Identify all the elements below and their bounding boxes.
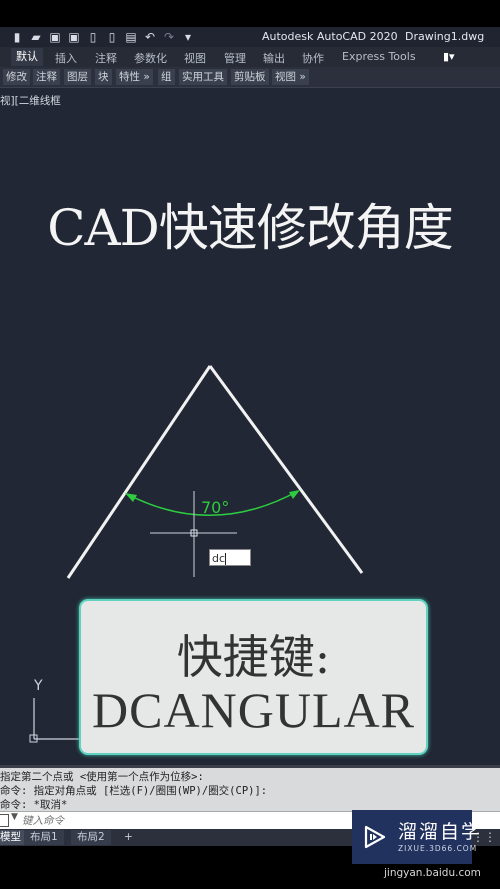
web-mobile-save-icon[interactable]: ▯	[105, 30, 119, 44]
angle-line-right[interactable]	[208, 365, 364, 574]
dynamic-input[interactable]: dc	[209, 549, 251, 566]
tab-layout2[interactable]: 布局2	[71, 830, 111, 845]
redo-icon[interactable]: ↷	[162, 30, 176, 44]
tab-view[interactable]: 视图	[184, 50, 206, 66]
app-title: Autodesk AutoCAD 2020	[262, 30, 398, 43]
panel-properties[interactable]: 特性 »	[116, 69, 153, 85]
tab-layout1[interactable]: 布局1	[24, 830, 64, 845]
chevron-down-icon[interactable]: ▼	[11, 812, 18, 822]
drawing-canvas[interactable]: 视][二维线框 CAD快速修改角度 70° dc Y 快捷键: DCANGULA…	[0, 88, 500, 765]
panel-clipboard[interactable]: 剪贴板	[231, 69, 269, 85]
watermark-url: ZIXUE.3D66.COM	[398, 844, 478, 853]
ribbon-panels: 修改 注释 图层 块 特性 » 组 实用工具 剪贴板 视图 »	[0, 67, 500, 88]
command-history: 指定第二个点或 <使用第一个点作为位移>: 命令: 指定对角点或 [栏选(F)/…	[0, 765, 500, 813]
command-customize-icon[interactable]	[0, 814, 9, 827]
command-history-line: 指定第二个点或 <使用第一个点作为位移>:	[0, 771, 204, 783]
add-layout-button[interactable]: +	[118, 830, 139, 845]
angle-line-left[interactable]	[66, 365, 212, 579]
source-credit: jingyan.baidu.com	[384, 867, 481, 879]
dynamic-input-value: dc	[212, 552, 226, 565]
top-letterbox	[0, 0, 500, 27]
tab-annotate[interactable]: 注释	[95, 50, 117, 66]
shortcut-title: 快捷键:	[176, 630, 331, 684]
play-logo-icon	[364, 825, 386, 849]
tab-express-tools[interactable]: Express Tools	[342, 50, 416, 63]
panel-groups[interactable]: 组	[158, 69, 175, 85]
plot-icon[interactable]: ▤	[124, 30, 138, 44]
shortcut-card: 快捷键: DCANGULAR	[79, 599, 428, 755]
command-history-line: 命令: 指定对角点或 [栏选(F)/圈围(WP)/圈交(CP)]:	[0, 785, 268, 797]
shortcut-command: DCANGULAR	[92, 682, 415, 738]
tab-default[interactable]: 默认	[11, 48, 43, 66]
open-icon[interactable]: ▰	[29, 30, 43, 44]
text-caret	[225, 553, 227, 565]
ribbon-options-icon[interactable]: ▮▾	[443, 50, 455, 63]
tab-manage[interactable]: 管理	[224, 50, 246, 66]
command-history-line: 命令: *取消*	[0, 799, 68, 811]
dimension-arrow-left	[125, 493, 137, 502]
document-name: Drawing1.dwg	[405, 30, 485, 43]
new-icon[interactable]: ▮	[10, 30, 24, 44]
ribbon-tabs: 默认 插入 注释 参数化 视图 管理 输出 协作 Express Tools ▮…	[0, 47, 500, 67]
panel-modify[interactable]: 修改	[3, 69, 30, 85]
panel-layers[interactable]: 图层	[64, 69, 91, 85]
web-mobile-open-icon[interactable]: ▯	[86, 30, 100, 44]
tab-insert[interactable]: 插入	[55, 50, 77, 66]
title-bar: ▮ ▰ ▣ ▣ ▯ ▯ ▤ ↶ ↷ ▾ Autodesk AutoCAD 202…	[0, 27, 500, 47]
command-input[interactable]	[22, 812, 322, 829]
tab-model[interactable]: 模型	[0, 830, 27, 845]
panel-annotation[interactable]: 注释	[33, 69, 60, 85]
watermark-logo: 溜溜自学 ZIXUE.3D66.COM	[352, 810, 480, 864]
ucs-y-label: Y	[34, 678, 43, 694]
panel-view[interactable]: 视图 »	[272, 69, 309, 85]
dimension-arrow-right	[289, 490, 300, 499]
save-as-icon[interactable]: ▣	[67, 30, 81, 44]
tab-parametric[interactable]: 参数化	[134, 50, 167, 66]
undo-icon[interactable]: ↶	[143, 30, 157, 44]
dimension-text: 70°	[201, 498, 230, 517]
tab-output[interactable]: 输出	[263, 50, 285, 66]
customize-icon[interactable]: ▾	[181, 30, 195, 44]
panel-block[interactable]: 块	[95, 69, 112, 85]
tab-collaborate[interactable]: 协作	[302, 50, 324, 66]
panel-utilities[interactable]: 实用工具	[179, 69, 227, 85]
save-icon[interactable]: ▣	[48, 30, 62, 44]
watermark-name: 溜溜自学	[398, 821, 483, 843]
